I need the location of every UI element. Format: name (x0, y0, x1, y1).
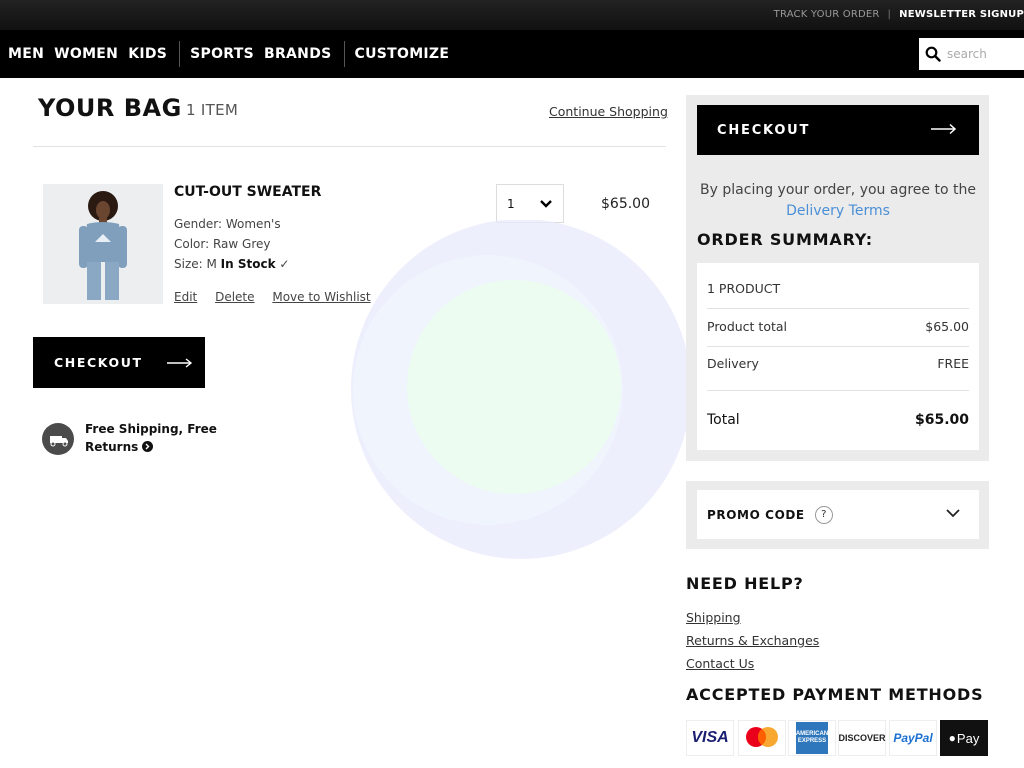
product-price: $65.00 (601, 196, 650, 212)
utility-separator: | (887, 9, 892, 20)
checkout-button-top[interactable]: CHECKOUT (697, 105, 979, 155)
nav-items: MEN WOMEN KIDS SPORTS BRANDS CUSTOMIZE (8, 30, 459, 78)
nav-men[interactable]: MEN (8, 46, 44, 62)
search-input[interactable] (947, 47, 1017, 61)
apple-pay-text: Pay (956, 730, 980, 746)
summary-row-delivery: Delivery FREE (707, 356, 969, 371)
free-shipping-returns-link[interactable]: Free Shipping, Free Returns (85, 420, 225, 456)
divider (707, 308, 969, 309)
checkout-button[interactable]: CHECKOUT (33, 337, 205, 388)
nav-divider (343, 41, 345, 67)
nav-women[interactable]: WOMEN (54, 46, 118, 62)
nav-sports[interactable]: SPORTS (190, 46, 254, 62)
delivery-terms-link[interactable]: Delivery Terms (786, 203, 890, 219)
page-title: YOUR BAG (38, 94, 182, 122)
order-summary-title: ORDER SUMMARY: (697, 230, 874, 249)
product-color: Color: Raw Grey (174, 237, 271, 251)
chevron-right-circle-icon (142, 441, 154, 452)
payment-methods-title: ACCEPTED PAYMENT METHODS (686, 685, 984, 704)
amex-text: AMERICAN EXPRESS (796, 722, 828, 754)
visa-logo: VISA (686, 720, 734, 756)
arrow-right-icon (166, 357, 192, 368)
mastercard-logo (738, 720, 786, 756)
shipping-help-link[interactable]: Shipping (686, 610, 741, 625)
nav-brands[interactable]: BRANDS (264, 46, 332, 62)
delete-link[interactable]: Delete (215, 290, 254, 304)
product-size: Size: M (174, 257, 217, 271)
total-value: $65.00 (914, 412, 969, 428)
utility-links: TRACK YOUR ORDER | NEWSLETTER SIGNUP (774, 9, 1024, 20)
shipping-icon (42, 423, 74, 455)
nav-customize[interactable]: CUSTOMIZE (355, 46, 450, 62)
summary-label: Delivery (707, 356, 759, 371)
continue-shopping-link[interactable]: Continue Shopping (549, 104, 668, 119)
agree-text: By placing your order, you agree to the (700, 182, 976, 198)
discover-logo: DISCOVER (838, 720, 886, 756)
order-summary-box: 1 PRODUCT Product total $65.00 Delivery … (697, 263, 979, 450)
nav-kids[interactable]: KIDS (128, 46, 167, 62)
check-icon: ✓ (279, 257, 290, 271)
apple-icon: ● (948, 731, 956, 745)
product-count: 1 PRODUCT (707, 281, 781, 296)
utility-bar: TRACK YOUR ORDER | NEWSLETTER SIGNUP (0, 0, 1024, 30)
product-name[interactable]: CUT-OUT SWEATER (174, 184, 321, 200)
promo-code-toggle[interactable]: PROMO CODE ? (697, 490, 979, 539)
promo-code-label: PROMO CODE (707, 507, 805, 522)
shipping-line-2: Returns (85, 440, 139, 454)
product-size-stock: Size: M In Stock ✓ (174, 257, 289, 271)
decorative-overlay (351, 220, 691, 559)
chevron-down-icon (540, 199, 552, 208)
summary-label: Product total (707, 319, 788, 334)
need-help-title: NEED HELP? (686, 574, 804, 593)
summary-value: FREE (937, 356, 969, 371)
delivery-terms-notice: By placing your order, you agree to the … (697, 180, 979, 222)
contact-us-link[interactable]: Contact Us (686, 656, 754, 671)
arrow-right-icon (931, 123, 957, 135)
edit-link[interactable]: Edit (174, 290, 197, 304)
nav-divider (179, 41, 181, 67)
quantity-select[interactable]: 1 (496, 184, 564, 223)
checkout-button-label: CHECKOUT (717, 122, 811, 138)
shipping-line-1: Free Shipping, Free (85, 422, 217, 436)
apple-pay-logo: ● Pay (940, 720, 988, 756)
divider (707, 346, 969, 347)
quantity-value: 1 (507, 196, 515, 211)
search-icon[interactable] (925, 46, 941, 62)
amex-logo: AMERICAN EXPRESS (788, 720, 836, 756)
summary-row-total: Total $65.00 (707, 412, 969, 428)
returns-exchanges-link[interactable]: Returns & Exchanges (686, 633, 819, 648)
bag-item-count: 1 ITEM (186, 101, 239, 119)
product-gender: Gender: Women's (174, 217, 281, 231)
newsletter-signup-link[interactable]: NEWSLETTER SIGNUP (899, 9, 1024, 20)
paypal-logo: PayPal (889, 720, 937, 756)
summary-row-product-total: Product total $65.00 (707, 319, 969, 334)
main-nav: MEN WOMEN KIDS SPORTS BRANDS CUSTOMIZE (0, 30, 1024, 78)
checkout-button-label: CHECKOUT (54, 355, 143, 370)
summary-value: $65.00 (925, 319, 969, 334)
track-order-link[interactable]: TRACK YOUR ORDER (774, 9, 880, 20)
divider (707, 390, 969, 391)
total-label: Total (707, 412, 740, 428)
product-image[interactable] (43, 184, 163, 304)
help-icon[interactable]: ? (814, 505, 833, 524)
divider (33, 146, 666, 147)
search-box[interactable] (919, 38, 1024, 70)
stock-status: In Stock (220, 257, 276, 271)
chevron-down-icon (946, 509, 960, 518)
